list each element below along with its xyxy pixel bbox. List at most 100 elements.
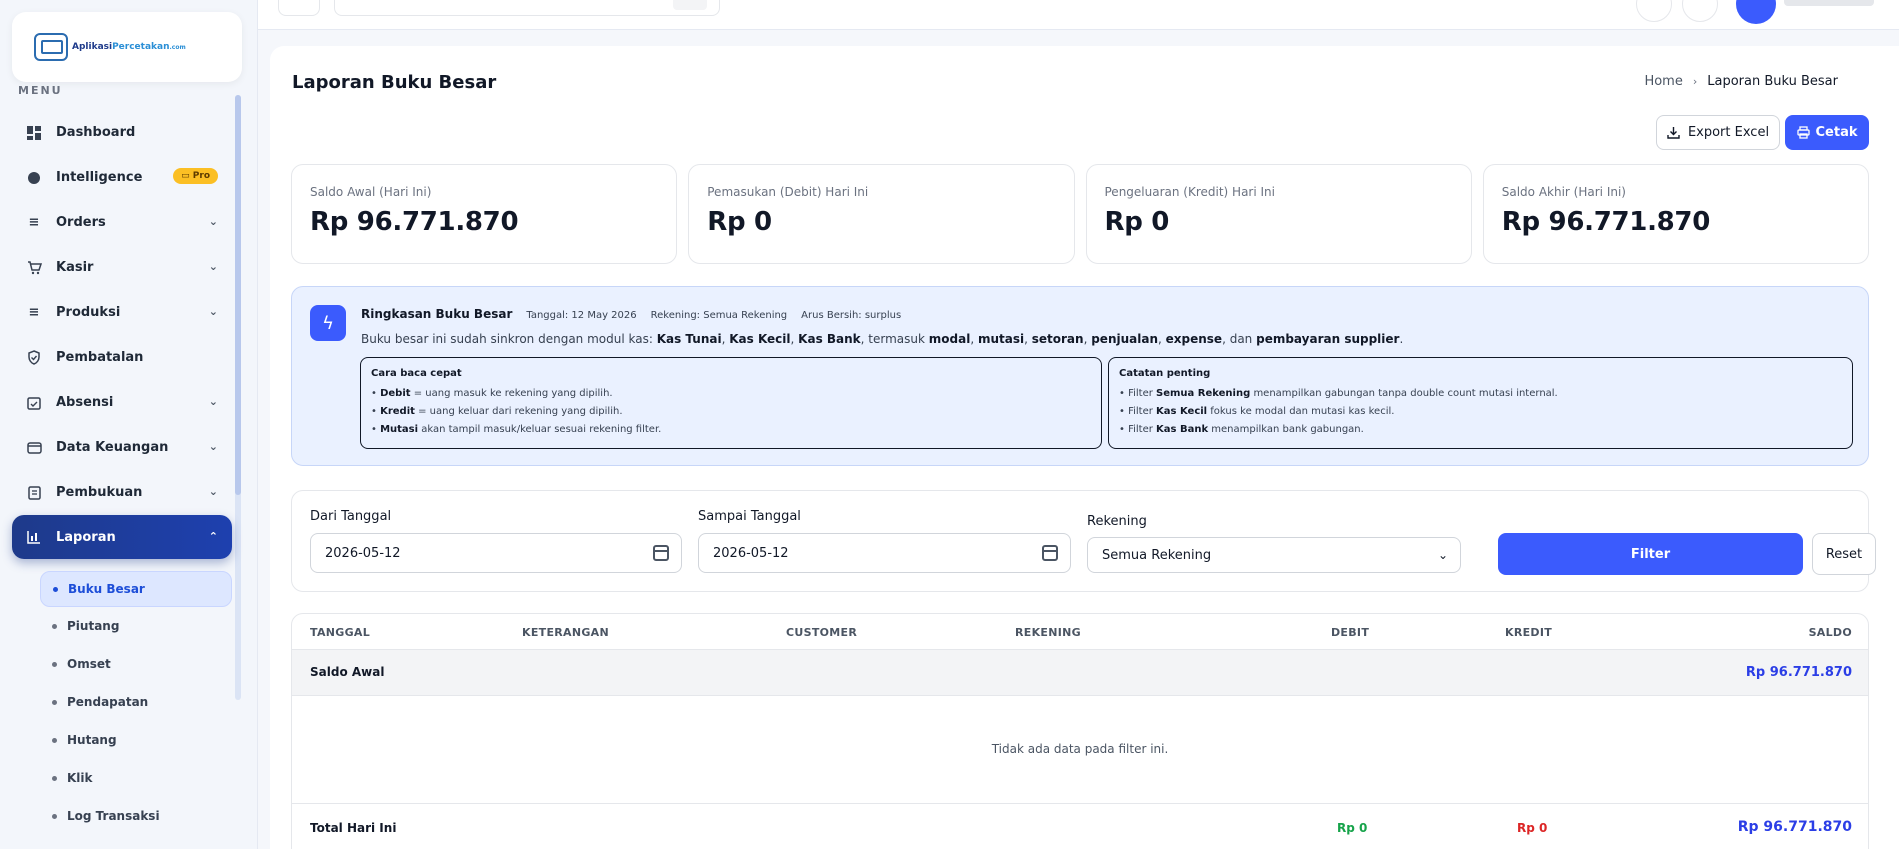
ledger-table: TANGGAL KETERANGAN CUSTOMER REKENING DEB… <box>291 613 1869 849</box>
submenu-item-buku-besar[interactable]: Buku Besar <box>40 571 232 607</box>
to-date-value: 2026-05-12 <box>713 545 789 561</box>
chevron-down-icon: ⌄ <box>208 395 218 408</box>
sidebar-scrollbar[interactable] <box>235 95 241 700</box>
sidebar-item-label: Pembukuan <box>56 485 143 500</box>
sidebar-item-intelligence[interactable]: Intelligence ▭ Pro <box>12 155 232 200</box>
submenu-item-log-transaksi[interactable]: Log Transaksi <box>40 797 232 835</box>
submenu-item-klik[interactable]: Klik <box>40 759 232 797</box>
menu-toggle-button[interactable] <box>278 0 320 16</box>
breadcrumb-current: Laporan Buku Besar <box>1707 74 1838 89</box>
search-input[interactable] <box>334 0 720 16</box>
export-excel-button[interactable]: Export Excel <box>1656 115 1780 150</box>
breadcrumb-home[interactable]: Home <box>1644 74 1682 89</box>
column-header-customer[interactable]: CUSTOMER <box>786 626 857 639</box>
theme-toggle-button[interactable] <box>1636 0 1672 22</box>
chevron-down-icon: ⌄ <box>208 440 218 453</box>
calendar-icon[interactable] <box>653 545 669 561</box>
chevron-down-icon: ⌄ <box>208 305 218 318</box>
sidebar-item-pembatalan[interactable]: Pembatalan <box>12 335 232 380</box>
page-title: Laporan Buku Besar <box>292 72 497 93</box>
lightning-icon: ϟ <box>310 305 346 341</box>
sidebar-item-dashboard[interactable]: Dashboard <box>12 110 232 155</box>
brand-logo[interactable]: AplikasiPercetakan.com <box>12 12 242 82</box>
printer-icon <box>1796 126 1810 139</box>
stat-value: Rp 96.771.870 <box>310 207 519 237</box>
sidebar-nav: Dashboard Intelligence ▭ Pro ≡ Orders ⌄ … <box>12 110 232 835</box>
stat-card-saldo-awal: Saldo Awal (Hari Ini) Rp 96.771.870 <box>291 164 678 264</box>
total-label: Total Hari Ini <box>310 821 397 835</box>
submenu-item-pendapatan[interactable]: Pendapatan <box>40 683 232 721</box>
column-header-keterangan[interactable]: KETERANGAN <box>522 626 609 639</box>
topbar <box>258 0 1899 30</box>
pro-badge: ▭ Pro <box>173 168 218 184</box>
main-content: Laporan Buku Besar Home › Laporan Buku B… <box>270 46 1899 849</box>
sidebar-item-label: Intelligence <box>56 170 143 185</box>
cart-icon <box>26 260 42 276</box>
quick-guide-line: • Kredit = uang keluar dari rekening yan… <box>371 406 623 417</box>
total-kredit: Rp 0 <box>1517 821 1548 835</box>
quick-guide-line: • Mutasi akan tampil masuk/keluar sesuai… <box>371 424 662 435</box>
rekening-select[interactable]: Semua Rekening ⌄ <box>1087 537 1461 573</box>
shield-icon <box>26 350 42 366</box>
bar-chart-icon <box>26 529 42 545</box>
sidebar-item-label: Laporan <box>56 529 116 545</box>
download-icon <box>1667 127 1680 139</box>
book-icon <box>26 485 42 501</box>
summary-panel: ϟ Ringkasan Buku Besar Tanggal: 12 May 2… <box>291 286 1869 466</box>
stat-value: Rp 0 <box>1104 207 1170 237</box>
filter-button[interactable]: Filter <box>1498 533 1803 575</box>
submenu-item-hutang[interactable]: Hutang <box>40 721 232 759</box>
stat-value: Rp 96.771.870 <box>1501 207 1711 237</box>
to-date-label: Sampai Tanggal <box>698 509 801 524</box>
user-name[interactable] <box>1784 0 1874 6</box>
important-notes-title: Catatan penting <box>1119 368 1211 379</box>
quick-guide-line: • Debit = uang masuk ke rekening yang di… <box>371 388 613 399</box>
to-date-input[interactable]: 2026-05-12 <box>698 533 1071 573</box>
summary-title: Ringkasan Buku Besar <box>361 307 513 321</box>
produksi-icon: ≡ <box>28 305 40 320</box>
reset-button[interactable]: Reset <box>1812 533 1876 575</box>
table-row-saldo-awal: Saldo Awal Rp 96.771.870 <box>292 650 1868 696</box>
total-debit: Rp 0 <box>1337 821 1368 835</box>
brand-name: AplikasiPercetakan.com <box>72 42 186 52</box>
column-header-kredit[interactable]: KREDIT <box>1505 626 1552 639</box>
sidebar-item-label: Kasir <box>56 260 94 275</box>
stat-card-saldo-akhir: Saldo Akhir (Hari Ini) Rp 96.771.870 <box>1482 164 1869 264</box>
saldo-awal-label: Saldo Awal <box>310 665 385 679</box>
stat-label: Pengeluaran (Kredit) Hari Ini <box>1104 185 1276 199</box>
stat-label: Saldo Akhir (Hari Ini) <box>1501 185 1626 199</box>
from-date-label: Dari Tanggal <box>310 509 392 524</box>
from-date-input[interactable]: 2026-05-12 <box>310 533 682 573</box>
calendar-check-icon <box>26 395 42 411</box>
sidebar-item-absensi[interactable]: Absensi ⌄ <box>12 380 232 425</box>
intelligence-icon <box>26 170 42 186</box>
important-notes-box: Catatan penting • Filter Semua Rekening … <box>1108 357 1853 449</box>
sidebar-item-kasir[interactable]: Kasir ⌄ <box>12 245 232 290</box>
important-notes-line: • Filter Kas Bank menampilkan bank gabun… <box>1119 424 1364 435</box>
export-excel-label: Export Excel <box>1687 125 1770 140</box>
print-button[interactable]: Cetak <box>1785 115 1869 150</box>
submenu-item-piutang[interactable]: Piutang <box>40 607 232 645</box>
submenu-item-omset[interactable]: Omset <box>40 645 232 683</box>
summary-date: Tanggal: 12 May 2026 <box>526 310 637 321</box>
table-row-total: Total Hari Ini Rp 0 Rp 0 Rp 96.771.870 <box>292 804 1868 849</box>
summary-arus: Arus Bersih: surplus <box>801 310 902 321</box>
avatar[interactable] <box>1736 0 1776 24</box>
column-header-rekening[interactable]: REKENING <box>1015 626 1081 639</box>
sidebar-item-label: Absensi <box>56 395 114 410</box>
sidebar: AplikasiPercetakan.com MENU Dashboard In… <box>0 0 258 849</box>
quick-guide-title: Cara baca cepat <box>371 368 462 379</box>
rekening-value: Semua Rekening <box>1102 547 1212 563</box>
sidebar-item-laporan[interactable]: Laporan ⌃ <box>12 515 232 559</box>
sidebar-item-produksi[interactable]: ≡ Produksi ⌄ <box>12 290 232 335</box>
sidebar-item-data-keuangan[interactable]: Data Keuangan ⌄ <box>12 425 232 470</box>
breadcrumb: Home › Laporan Buku Besar <box>1644 74 1838 89</box>
column-header-tanggal[interactable]: TANGGAL <box>310 626 370 639</box>
notification-button[interactable] <box>1682 0 1718 22</box>
column-header-saldo[interactable]: SALDO <box>1809 626 1852 639</box>
column-header-debit[interactable]: DEBIT <box>1331 626 1369 639</box>
sidebar-item-pembukuan[interactable]: Pembukuan ⌄ <box>12 470 232 515</box>
sidebar-item-label: Dashboard <box>56 125 136 140</box>
sidebar-item-orders[interactable]: ≡ Orders ⌄ <box>12 200 232 245</box>
calendar-icon[interactable] <box>1042 545 1058 561</box>
